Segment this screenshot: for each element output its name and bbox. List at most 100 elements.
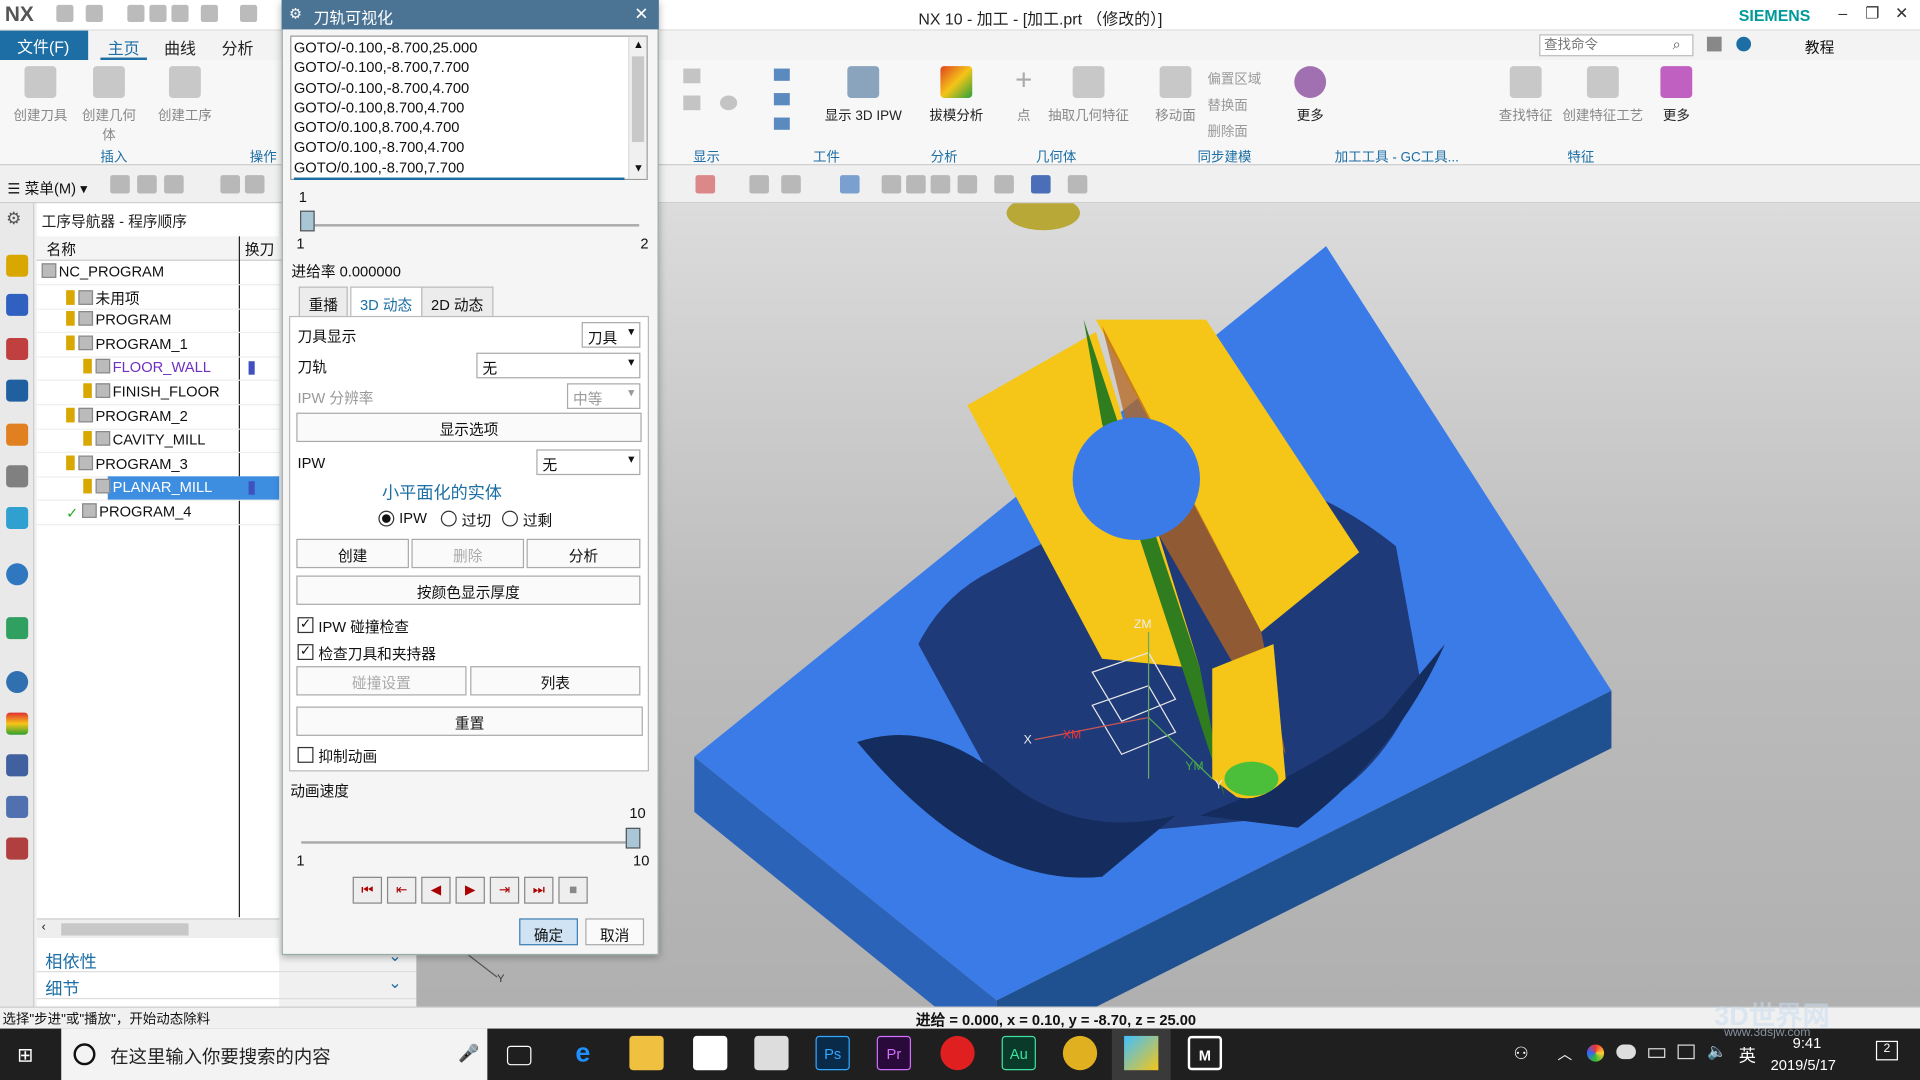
roles-icon[interactable] bbox=[6, 795, 29, 818]
assembly-navigator-icon[interactable] bbox=[6, 293, 29, 316]
speed-slider-track[interactable] bbox=[301, 841, 640, 844]
photoshop-icon[interactable]: Ps bbox=[815, 1035, 850, 1071]
play-button[interactable]: ▶ bbox=[455, 876, 485, 904]
window-layout-icon[interactable] bbox=[1706, 36, 1722, 52]
snap-icon[interactable] bbox=[164, 175, 184, 194]
play-reverse-button[interactable]: ◀ bbox=[421, 876, 451, 904]
palette-icon[interactable] bbox=[6, 712, 29, 735]
create-button[interactable]: 创建 bbox=[296, 538, 409, 569]
audition-icon[interactable]: Au bbox=[1001, 1035, 1036, 1071]
history-icon[interactable] bbox=[6, 617, 29, 640]
windows-start-icon[interactable]: ⊞ bbox=[17, 1043, 33, 1067]
store-icon[interactable] bbox=[693, 1035, 728, 1071]
radio-ipw[interactable] bbox=[378, 510, 395, 527]
list-scroll-thumb[interactable] bbox=[631, 56, 645, 143]
operation-navigator-icon[interactable] bbox=[6, 379, 29, 402]
tab-3d-dynamic[interactable]: 3D 动态 bbox=[350, 286, 423, 316]
tab-home[interactable]: 主页 bbox=[108, 36, 140, 59]
collision-settings-button[interactable]: 碰撞设置 bbox=[296, 666, 467, 696]
navigator-row[interactable]: FLOOR_WALL bbox=[83, 359, 211, 382]
scroll-left-icon[interactable]: ‹ bbox=[42, 921, 46, 934]
help-icon[interactable] bbox=[1736, 36, 1752, 52]
zoom-icon[interactable] bbox=[906, 175, 926, 194]
section-icon[interactable] bbox=[1067, 175, 1088, 194]
ipw-resolution-select[interactable]: 中等 bbox=[566, 383, 641, 409]
cancel-button[interactable]: 取消 bbox=[585, 918, 645, 946]
shaded-icon[interactable] bbox=[840, 175, 860, 194]
notification-icon[interactable]: 2 bbox=[1875, 1040, 1898, 1061]
analyze-button[interactable]: 分析 bbox=[526, 538, 641, 569]
file-menu[interactable]: 文件(F) bbox=[0, 30, 89, 61]
layout-icon[interactable] bbox=[957, 175, 978, 194]
ipw-select[interactable]: 无 bbox=[536, 449, 641, 476]
goto-listbox[interactable]: GOTO/-0.100,-8.700,25.000 GOTO/-0.100,-8.… bbox=[290, 35, 648, 181]
reuse-library-icon[interactable] bbox=[6, 506, 29, 529]
part-navigator-icon[interactable] bbox=[6, 254, 29, 277]
navigator-row[interactable]: PROGRAM_3 bbox=[66, 455, 188, 478]
cut-icon[interactable] bbox=[127, 4, 145, 23]
step-back-button[interactable]: ⇤ bbox=[386, 876, 417, 904]
list-scrollbar[interactable]: ▲ ▼ bbox=[628, 36, 647, 179]
group-workpiece[interactable]: 工件 bbox=[813, 147, 840, 167]
goto-line[interactable]: GOTO/0.100,8.700,4.700 bbox=[294, 118, 644, 138]
goto-line[interactable]: GOTO/0.100,-8.700,7.700 bbox=[294, 158, 644, 178]
point-button[interactable]: + 点 bbox=[1002, 64, 1046, 125]
create-geometry-button[interactable]: 创建几何体 bbox=[78, 64, 139, 145]
edge-icon[interactable]: e bbox=[566, 1036, 600, 1070]
column-tool-change[interactable]: 换刀 bbox=[245, 239, 274, 260]
show-hidden-icons[interactable]: ︿ bbox=[1558, 1043, 1573, 1064]
machine-tool-navigator-icon[interactable] bbox=[6, 423, 29, 446]
window-icon[interactable] bbox=[240, 4, 258, 23]
replace-face-button[interactable]: 替换面 bbox=[1207, 96, 1247, 116]
navigator-row[interactable]: 未用项 bbox=[66, 287, 140, 310]
toolpath-select[interactable]: 无 bbox=[476, 352, 641, 379]
paste-icon[interactable] bbox=[171, 4, 189, 23]
tab-curve[interactable]: 曲线 bbox=[164, 36, 196, 59]
radio-excess[interactable] bbox=[502, 510, 518, 527]
navigator-row[interactable]: PROGRAM_1 bbox=[66, 335, 188, 358]
close-button[interactable]: ✕ bbox=[1888, 4, 1915, 26]
clock-date[interactable]: 2019/5/17 bbox=[1771, 1057, 1836, 1074]
simulate-icon[interactable] bbox=[773, 117, 790, 130]
display-small-icons[interactable] bbox=[671, 68, 749, 138]
rewind-to-start-button[interactable]: ⏮ bbox=[352, 876, 383, 904]
constraint-navigator-icon[interactable] bbox=[6, 337, 29, 361]
tab-2d-dynamic[interactable]: 2D 动态 bbox=[421, 286, 494, 316]
group-feature[interactable]: 特征 bbox=[1567, 147, 1594, 167]
tutorial-link[interactable]: 教程 bbox=[1805, 37, 1834, 58]
tab-analysis[interactable]: 分析 bbox=[222, 36, 254, 59]
horizontal-scrollbar[interactable]: ‹ bbox=[36, 918, 280, 938]
ok-button[interactable]: 确定 bbox=[519, 918, 578, 946]
goto-line[interactable]: GOTO/-0.100,-8.700,25.000 bbox=[294, 38, 644, 58]
view-select-icon[interactable] bbox=[695, 175, 716, 194]
command-search-input[interactable] bbox=[1539, 34, 1694, 57]
orient-icon[interactable] bbox=[720, 95, 738, 111]
orientation-cube-icon[interactable] bbox=[1031, 175, 1051, 194]
premiere-icon[interactable]: Pr bbox=[876, 1035, 912, 1071]
group-display[interactable]: 显示 bbox=[693, 147, 720, 167]
thickness-by-color-button[interactable]: 按颜色显示厚度 bbox=[296, 575, 641, 605]
input-method-indicator[interactable]: 英 bbox=[1739, 1043, 1756, 1067]
goto-line[interactable]: GOTO/0.100,-8.700,4.700 bbox=[294, 138, 644, 158]
details-panel[interactable]: 细节 ⌄ bbox=[36, 972, 417, 1000]
repeat-icon[interactable] bbox=[200, 4, 218, 23]
nx-taskbar-active[interactable] bbox=[1111, 1028, 1171, 1080]
speed-slider-thumb[interactable] bbox=[625, 827, 641, 849]
scroll-down-icon[interactable]: ▼ bbox=[633, 162, 644, 174]
goto-line[interactable]: GOTO/-0.100,-8.700,7.700 bbox=[294, 58, 644, 78]
ipw-collision-checkbox[interactable]: ✓ bbox=[297, 617, 314, 634]
group-operations[interactable]: 操作 bbox=[250, 147, 277, 167]
file-explorer-icon[interactable] bbox=[629, 1035, 664, 1071]
view-icon[interactable] bbox=[683, 68, 701, 84]
cloud-icon[interactable] bbox=[1616, 1044, 1636, 1060]
group-gc-tools[interactable]: 加工工具 - GC工具... bbox=[1335, 147, 1459, 167]
select-icon[interactable] bbox=[137, 175, 157, 194]
zoom-box-icon[interactable] bbox=[781, 175, 801, 194]
offset-region-button[interactable]: 偏置区域 bbox=[1207, 69, 1261, 89]
snap-end-icon[interactable] bbox=[244, 175, 265, 194]
suppress-animation-checkbox[interactable] bbox=[297, 746, 314, 763]
tool-path-icon[interactable] bbox=[773, 68, 790, 81]
group-sync-modeling[interactable]: 同步建模 bbox=[1198, 147, 1252, 167]
task-view-icon[interactable] bbox=[506, 1045, 532, 1066]
goto-line[interactable]: GOTO/-0.100,-8.700,4.700 bbox=[294, 78, 644, 98]
